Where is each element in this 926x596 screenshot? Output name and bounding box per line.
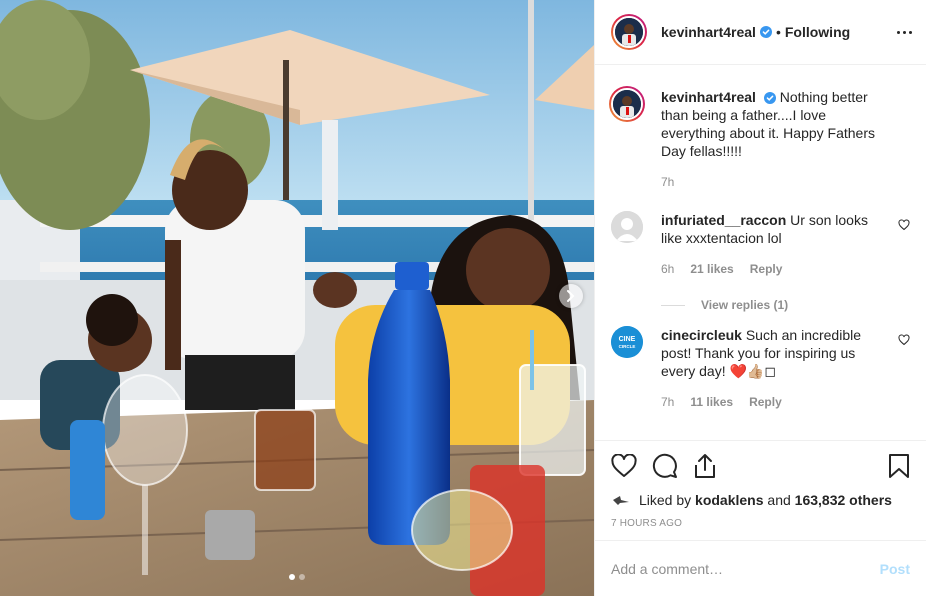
reply-button[interactable]: Reply [749,393,782,411]
share-icon[interactable] [693,453,717,479]
comment-likes[interactable]: 21 likes [690,260,733,278]
likes-summary: Liked by kodaklens and 163,832 others [611,490,910,510]
post-side-panel: kevinhart4real • Following kevinhart4rea… [594,0,926,596]
post-photo[interactable] [0,0,594,596]
post-actions: Liked by kodaklens and 163,832 others 7 … [595,440,926,529]
liked-by-middle: and [767,492,791,508]
comment-author[interactable]: cinecircleuk [661,327,742,343]
replies-divider [661,304,685,306]
caption-meta: 7h [661,173,892,191]
comment-icon[interactable] [652,453,678,479]
post-modal: kevinhart4real • Following kevinhart4rea… [0,0,926,596]
comment-likes[interactable]: 11 likes [690,393,733,411]
carousel-dot [299,574,305,580]
verified-badge-icon [763,92,776,104]
comment-author[interactable]: infuriated__raccon [661,212,786,228]
comment-body: cinecircleuk Such an incredible post! Th… [661,326,910,411]
posted-time[interactable]: 7 HOURS AGO [611,518,910,529]
photo-scene [0,0,594,596]
chevron-right-icon [567,290,575,302]
next-photo-button[interactable] [559,284,583,308]
author-avatar[interactable] [613,16,645,48]
liker-avatar[interactable] [611,490,631,510]
post-header: kevinhart4real • Following [595,0,926,65]
comment: infuriated__raccon Ur son looks like xxx… [611,211,910,278]
action-icons [611,453,910,479]
author-username[interactable]: kevinhart4real [661,24,756,40]
avatar-image [615,18,643,46]
caption-avatar[interactable] [609,86,645,122]
logo-text-bottom: CIRCLE [619,344,636,349]
default-avatar-icon [611,211,643,243]
following-button[interactable]: Following [785,24,850,40]
carousel-dot-active [289,574,295,580]
view-replies-label[interactable]: View replies (1) [701,298,788,312]
comment: CINE CIRCLE cinecircleuk Such an incredi… [611,326,910,411]
bookmark-icon[interactable] [888,453,910,479]
comment-time[interactable]: 7h [661,393,674,411]
like-heart-icon[interactable] [611,454,637,478]
view-replies-button[interactable]: View replies (1) [661,298,910,312]
comment-time[interactable]: 6h [661,260,674,278]
add-comment-bar: Post [595,540,926,596]
comment-like-heart-icon[interactable] [898,219,910,231]
liked-by-prefix: Liked by [639,492,692,508]
likes-count[interactable]: 163,832 others [795,492,892,508]
kodaklens-logo-icon [613,496,629,505]
comment-input[interactable] [611,560,880,577]
liked-by-user[interactable]: kodaklens [695,492,763,508]
comment-meta: 6h 21 likes Reply [661,260,892,278]
commenter-avatar[interactable]: CINE CIRCLE [611,326,643,358]
caption-body: kevinhart4real Nothing better than being… [661,88,910,191]
more-options-icon[interactable] [897,30,912,34]
author-avatar-ring[interactable] [611,14,647,50]
reply-button[interactable]: Reply [750,260,783,278]
caption-time[interactable]: 7h [661,173,674,191]
header-separator: • [775,24,781,40]
cinecircle-logo-icon: CINE CIRCLE [611,326,643,358]
comment-meta: 7h 11 likes Reply [661,393,892,411]
caption: kevinhart4real Nothing better than being… [609,86,910,191]
carousel-indicator [0,574,594,580]
post-comment-button[interactable]: Post [880,561,910,577]
commenter-avatar[interactable] [611,211,643,243]
comment-body: infuriated__raccon Ur son looks like xxx… [661,211,910,278]
verified-badge-icon [759,26,772,38]
caption-author[interactable]: kevinhart4real [661,89,756,105]
comment-like-heart-icon[interactable] [898,334,910,346]
avatar-image [613,90,641,118]
comments-list: kevinhart4real Nothing better than being… [595,66,926,440]
logo-text-top: CINE [619,336,636,343]
